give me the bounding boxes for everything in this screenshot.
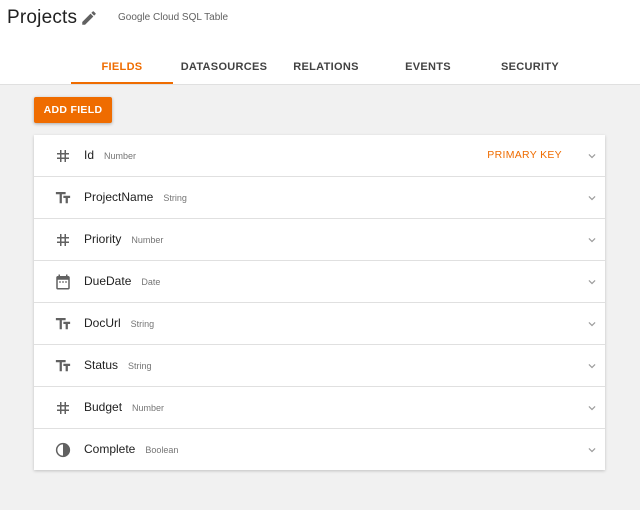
- edit-icon[interactable]: [80, 9, 98, 27]
- hash-icon: [57, 150, 69, 162]
- field-name: DocUrl: [84, 316, 121, 330]
- text-icon: [55, 318, 71, 330]
- contrast-icon: [55, 442, 71, 458]
- field-row-id[interactable]: Id Number PRIMARY KEY: [34, 135, 605, 177]
- chevron-down-icon[interactable]: [585, 443, 599, 457]
- field-row-projectname[interactable]: ProjectName String: [34, 177, 605, 219]
- field-name: Priority: [84, 232, 122, 246]
- page-title: Projects: [7, 7, 78, 28]
- primary-key-badge: PRIMARY KEY: [487, 149, 562, 161]
- tab-events[interactable]: EVENTS: [377, 50, 479, 84]
- add-field-button[interactable]: ADD FIELD: [34, 97, 112, 123]
- text-icon: [55, 360, 71, 372]
- chevron-down-icon[interactable]: [585, 275, 599, 289]
- field-name: DueDate: [84, 274, 132, 288]
- chevron-down-icon[interactable]: [585, 359, 599, 373]
- hash-icon: [57, 234, 69, 246]
- tab-datasources[interactable]: DATASOURCES: [173, 50, 275, 84]
- field-name: Complete: [84, 442, 136, 456]
- fields-list: Id Number PRIMARY KEY ProjectName String P…: [34, 135, 605, 470]
- field-name: ProjectName: [84, 190, 154, 204]
- calendar-icon: [56, 274, 70, 290]
- field-row-duedate[interactable]: DueDate Date: [34, 261, 605, 303]
- field-row-priority[interactable]: Priority Number: [34, 219, 605, 261]
- tab-security[interactable]: SECURITY: [479, 50, 581, 84]
- field-type: String: [130, 319, 155, 329]
- tab-fields[interactable]: FIELDS: [71, 50, 173, 84]
- tab-relations[interactable]: RELATIONS: [275, 50, 377, 84]
- field-name: Id: [84, 148, 95, 162]
- chevron-down-icon[interactable]: [585, 149, 599, 163]
- field-name: Budget: [84, 400, 123, 414]
- chevron-down-icon[interactable]: [585, 317, 599, 331]
- hash-icon: [57, 402, 69, 414]
- header: Projects Google Cloud SQL Table FIELDS D…: [0, 0, 640, 85]
- field-type: Boolean: [145, 445, 179, 455]
- field-type: String: [163, 193, 187, 203]
- field-type: String: [128, 361, 152, 371]
- field-name: Status: [84, 358, 119, 372]
- field-type: Number: [131, 235, 164, 245]
- field-row-complete[interactable]: Complete Boolean: [34, 429, 605, 470]
- field-row-budget[interactable]: Budget Number: [34, 387, 605, 429]
- text-icon: [55, 192, 71, 204]
- chevron-down-icon[interactable]: [585, 191, 599, 205]
- chevron-down-icon[interactable]: [585, 401, 599, 415]
- chevron-down-icon[interactable]: [585, 233, 599, 247]
- field-row-status[interactable]: Status String: [34, 345, 605, 387]
- table-type-subtitle: Google Cloud SQL Table: [118, 12, 229, 23]
- field-type: Date: [141, 277, 161, 287]
- field-row-docurl[interactable]: DocUrl String: [34, 303, 605, 345]
- field-type: Number: [104, 151, 137, 161]
- field-type: Number: [132, 403, 165, 413]
